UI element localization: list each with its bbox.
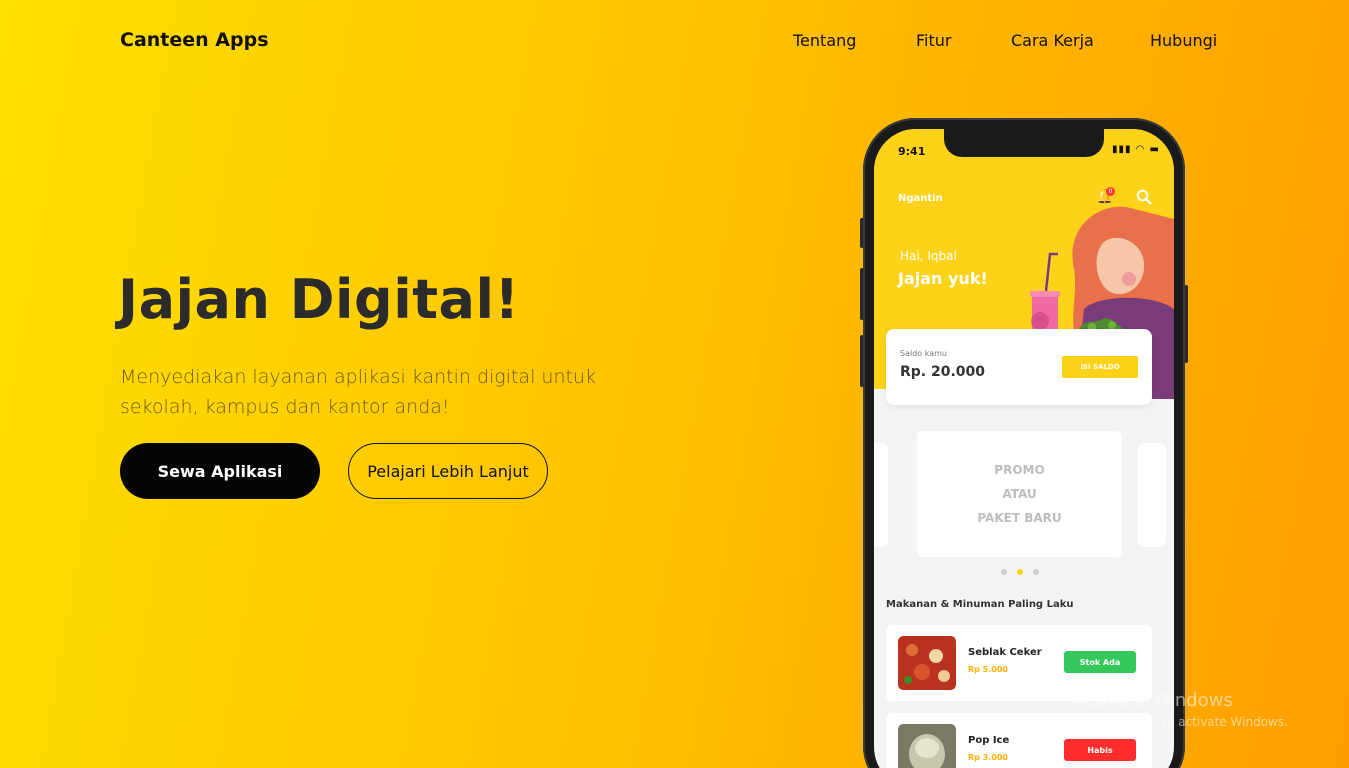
food-price: Rp 5.000: [968, 665, 1008, 674]
carousel-dot[interactable]: [1033, 569, 1039, 575]
stock-status-button[interactable]: Stok Ada: [1064, 651, 1136, 673]
search-icon[interactable]: [1136, 189, 1152, 205]
balance-card: Saldo kamu Rp. 20.000 ISI SALDO: [886, 329, 1152, 405]
promo-line: ATAU: [1002, 487, 1037, 501]
food-price: Rp 3.000: [968, 753, 1008, 762]
nav-link-hubungi[interactable]: Hubungi: [1150, 31, 1217, 50]
promo-line: PROMO: [994, 463, 1045, 477]
nav-link-tentang[interactable]: Tentang: [793, 31, 856, 50]
status-icons: ▮▮▮ ◠ ▬: [1111, 144, 1160, 155]
watermark-subtitle: Go to Settings to activate Windows.: [1073, 715, 1288, 729]
carousel-dot[interactable]: [1001, 569, 1007, 575]
greeting: Hai, Iqbal: [900, 249, 957, 263]
stock-status-button[interactable]: Habis: [1064, 739, 1136, 761]
hero-title: Jajan Digital!: [118, 268, 520, 331]
notification-badge: 0: [1106, 187, 1115, 196]
app-name: Ngantin: [898, 193, 943, 204]
phone-notch: [944, 129, 1104, 157]
carousel-dot-active[interactable]: [1017, 569, 1023, 575]
hero-subtitle: Menyediakan layanan aplikasi kantin digi…: [120, 366, 596, 418]
seblak-ceker-image: [898, 636, 956, 690]
learn-more-button[interactable]: Pelajari Lebih Lanjut: [348, 443, 548, 499]
food-name: Seblak Ceker: [968, 647, 1042, 658]
status-time: 9:41: [898, 145, 926, 158]
phone-screen: 9:41 ▮▮▮ ◠ ▬ Ngantin 🔔 0 Hai, Iqbal Jaja…: [874, 129, 1174, 768]
rent-app-button[interactable]: Sewa Aplikasi: [120, 443, 320, 499]
windows-activation-watermark: Activate Windows Go to Settings to activ…: [1073, 690, 1288, 729]
pop-ice-image: [898, 724, 956, 768]
balance-value: Rp. 20.000: [900, 364, 986, 380]
top-up-button[interactable]: ISI SALDO: [1062, 356, 1138, 378]
balance-label: Saldo kamu: [900, 349, 947, 358]
main-nav: Tentang Fitur Cara Kerja Hubungi: [0, 31, 1349, 53]
watermark-title: Activate Windows: [1073, 690, 1233, 711]
food-name: Pop Ice: [968, 735, 1010, 746]
nav-link-cara-kerja[interactable]: Cara Kerja: [1011, 31, 1094, 50]
greeting-cta: Jajan yuk!: [898, 269, 988, 288]
promo-line: PAKET BARU: [977, 511, 1062, 525]
phone-mockup: 9:41 ▮▮▮ ◠ ▬ Ngantin 🔔 0 Hai, Iqbal Jaja…: [863, 118, 1185, 768]
promo-card[interactable]: PROMO ATAU PAKET BARU: [917, 431, 1122, 557]
carousel-dots: [1001, 569, 1039, 575]
nav-link-fitur[interactable]: Fitur: [916, 31, 951, 50]
promo-card-next[interactable]: [1138, 443, 1166, 547]
best-seller-title: Makanan & Minuman Paling Laku: [886, 599, 1074, 610]
promo-card-prev[interactable]: [874, 443, 888, 547]
